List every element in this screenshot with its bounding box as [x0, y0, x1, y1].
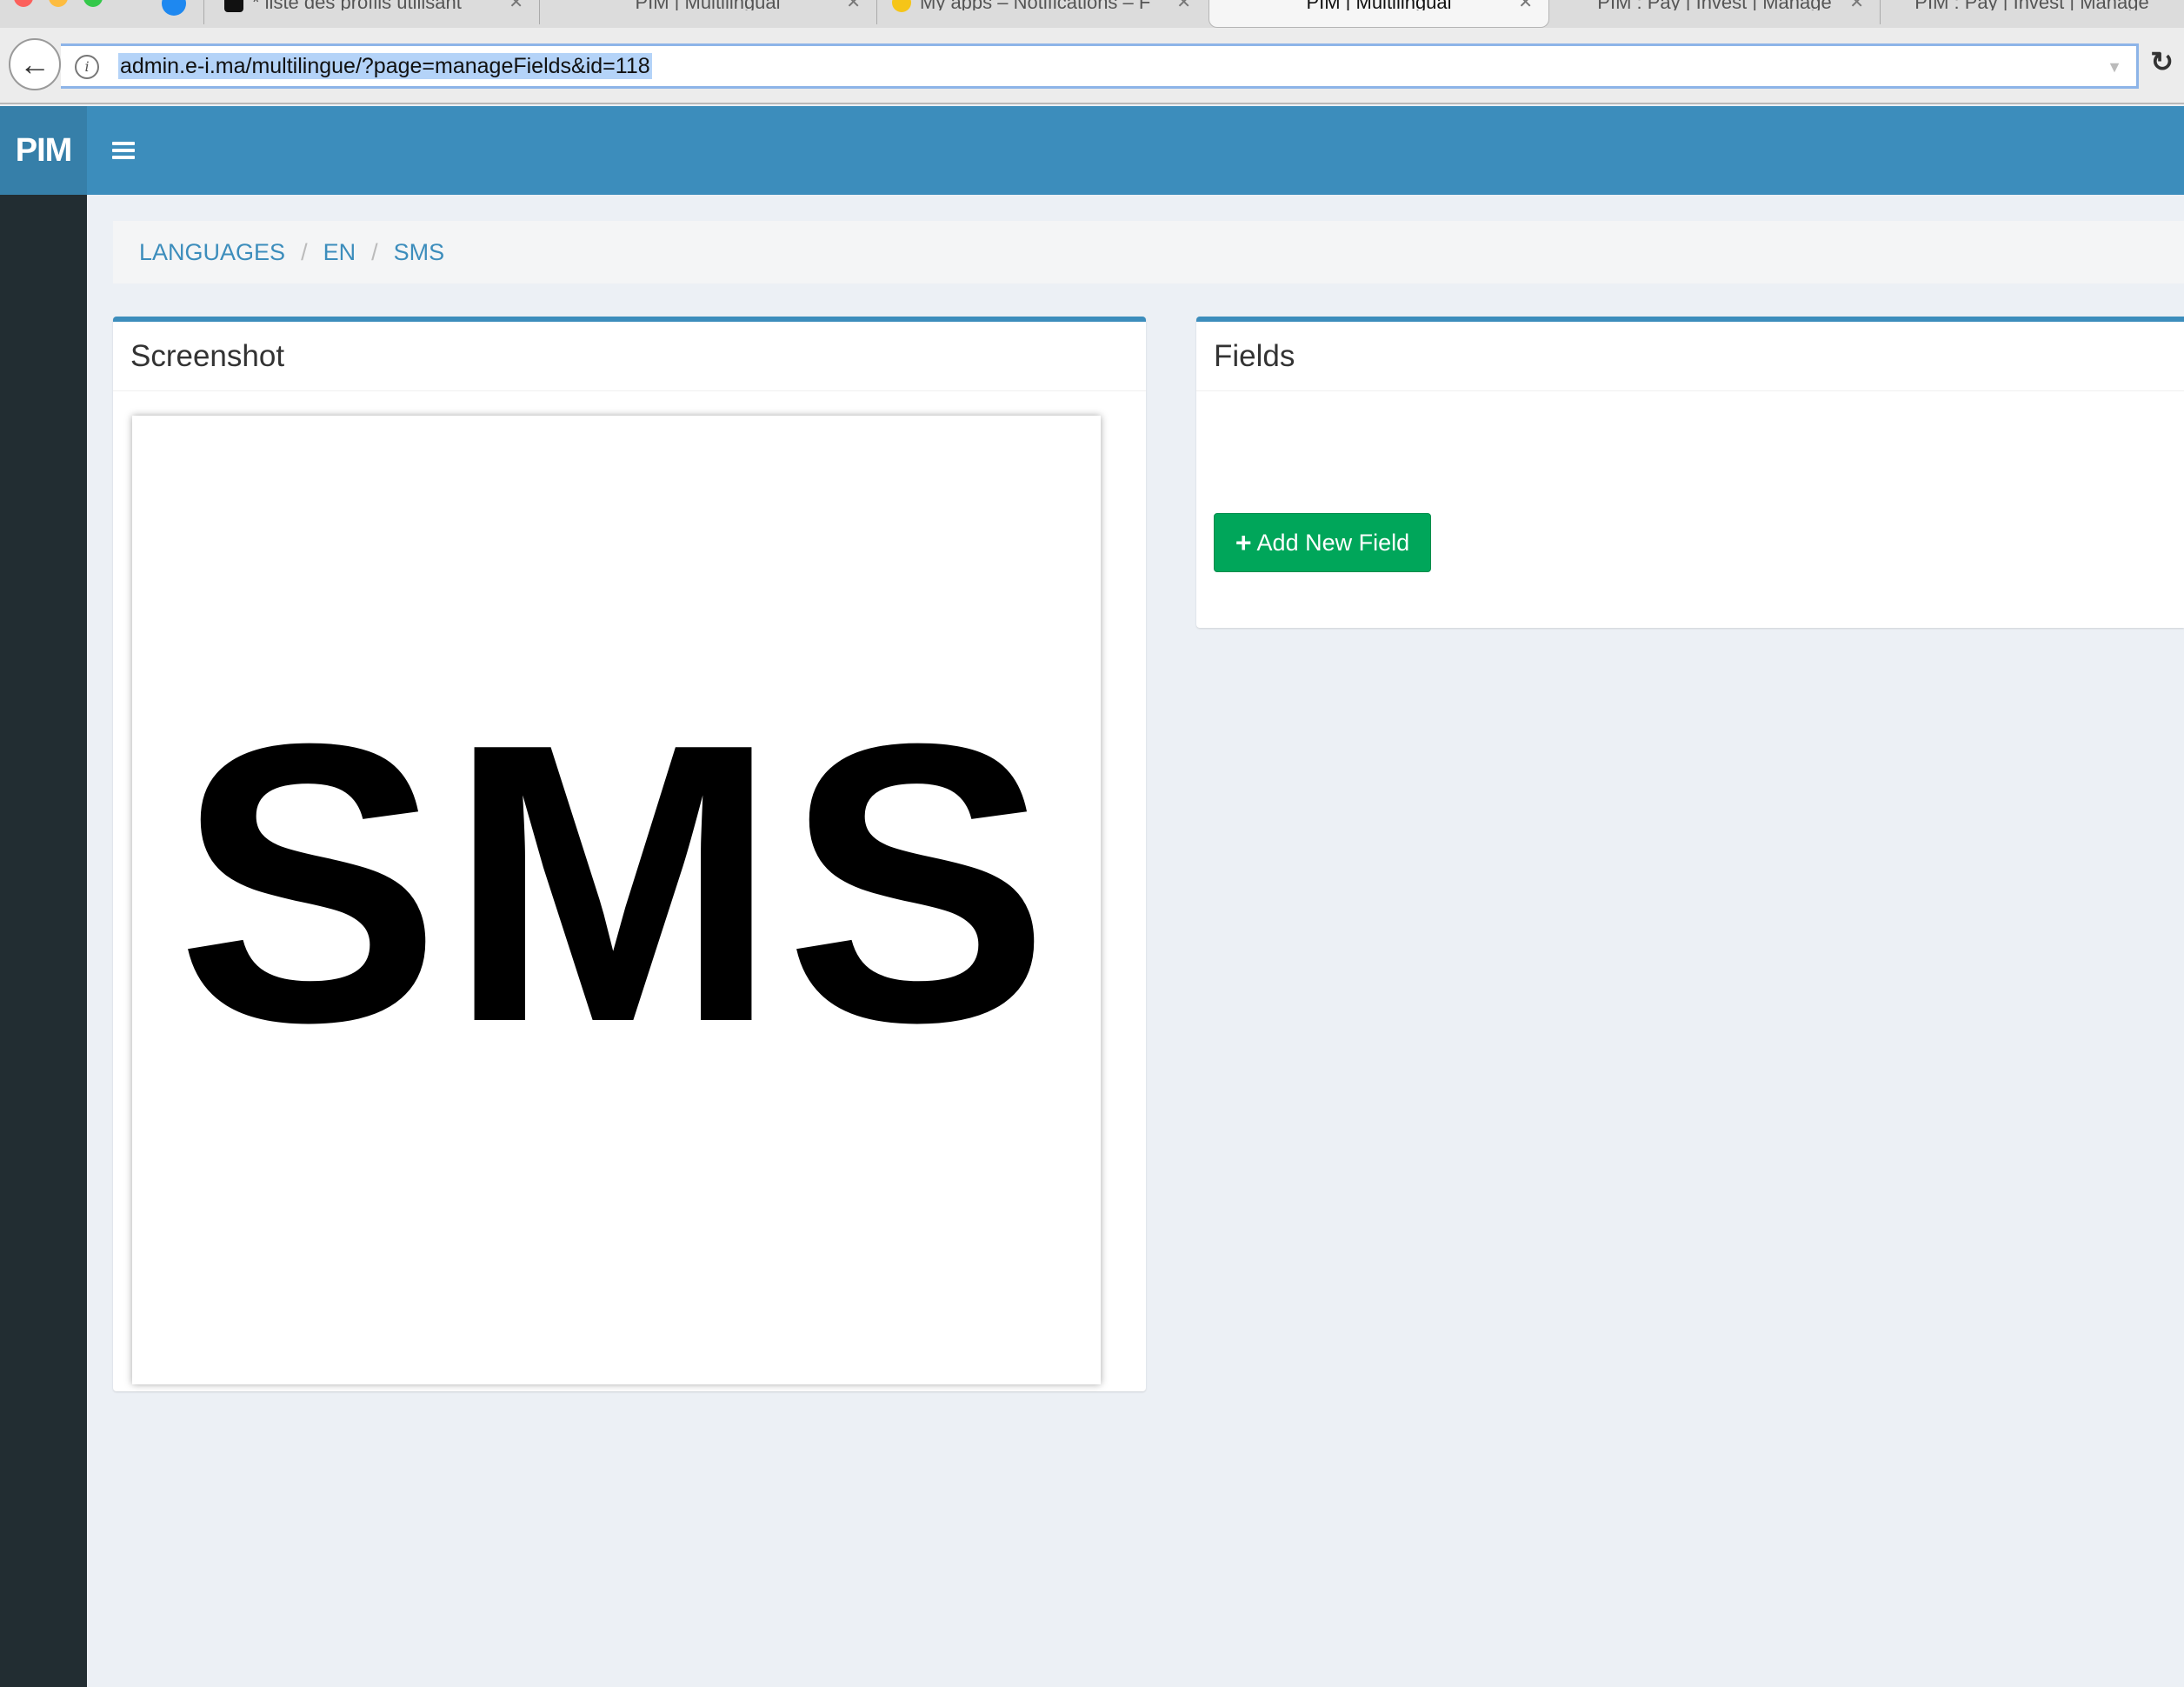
reload-icon[interactable]: ↻ [2150, 45, 2174, 78]
app-header: PIM [0, 106, 2184, 195]
back-button[interactable]: ← [9, 38, 61, 90]
lightning-icon [892, 0, 911, 12]
tab-close-icon[interactable]: ✕ [509, 0, 523, 11]
tab-separator [203, 0, 204, 24]
info-icon[interactable]: i [75, 55, 99, 79]
breadcrumb-item-sms[interactable]: SMS [394, 239, 445, 266]
breadcrumb-item-en[interactable]: EN [323, 239, 356, 266]
tab-title: PIM : Pay | Invest | Manage [1914, 0, 2148, 10]
browser-tab-active[interactable]: PIM | Multilingual ✕ [1209, 0, 1549, 28]
add-new-field-label: Add New Field [1256, 529, 1410, 556]
sidebar [0, 195, 87, 1687]
browser-toolbar: ← i admin.e-i.ma/multilingue/?page=manag… [0, 28, 2184, 104]
screenshot-panel: Screenshot SMS [113, 317, 1146, 1391]
tab-close-icon[interactable]: ✕ [1518, 0, 1533, 11]
tab-close-icon[interactable]: ✕ [846, 0, 861, 11]
dropdown-icon[interactable]: ▼ [2107, 58, 2122, 77]
url-text[interactable]: admin.e-i.ma/multilingue/?page=manageFie… [118, 53, 652, 79]
add-new-field-button[interactable]: + Add New Field [1214, 513, 1431, 572]
tab-title: PIM | Multilingual [1306, 0, 1451, 10]
menu-toggle-button[interactable] [96, 106, 151, 195]
address-bar[interactable]: i admin.e-i.ma/multilingue/?page=manageF… [61, 43, 2139, 89]
fields-panel: Fields + Add New Field [1196, 317, 2184, 628]
browser-tab[interactable]: My apps – Notifications – F ✕ [876, 0, 1207, 28]
maximize-window-icon[interactable] [83, 0, 103, 7]
screenshot-panel-title: Screenshot [113, 322, 1146, 391]
tab-close-icon[interactable]: ✕ [1849, 0, 1864, 11]
breadcrumb-separator: / [301, 238, 308, 265]
browser-tab[interactable]: PIM | Multilingual ✕ [539, 0, 876, 28]
browser-tab[interactable]: PIM : Pay | Invest | Manage ✕ [1549, 0, 1880, 28]
minimize-window-icon[interactable] [49, 0, 68, 7]
breadcrumb-item-languages[interactable]: LANGUAGES [139, 239, 285, 266]
close-window-icon[interactable] [14, 0, 33, 7]
hamburger-icon [112, 138, 135, 163]
arrow-left-icon: ← [19, 46, 50, 82]
trello-icon [224, 0, 243, 12]
tab-title: * liste des profils utilisant [252, 0, 462, 10]
logo[interactable]: PIM [0, 106, 87, 195]
tab-title: My apps – Notifications – F [920, 0, 1150, 10]
screenshot-image-text: SMS [176, 661, 1057, 1104]
browser-tab[interactable]: * liste des profils utilisant ✕ [209, 0, 539, 28]
screenshot-image: SMS [132, 416, 1101, 1384]
tab-title: PIM | Multilingual [635, 0, 780, 10]
browser-tab[interactable]: PIM : Pay | Invest | Manage [1880, 0, 2184, 28]
breadcrumb: LANGUAGES / EN / SMS [113, 221, 2184, 283]
fields-panel-title: Fields [1196, 322, 2184, 391]
breadcrumb-separator: / [371, 238, 378, 265]
browser-tab-strip: * liste des profils utilisant ✕ PIM | Mu… [0, 0, 2184, 29]
tab-close-icon[interactable]: ✕ [1176, 0, 1191, 11]
messenger-icon[interactable] [162, 0, 186, 16]
tab-title: PIM : Pay | Invest | Manage [1597, 0, 1831, 10]
plus-icon: + [1235, 527, 1252, 558]
